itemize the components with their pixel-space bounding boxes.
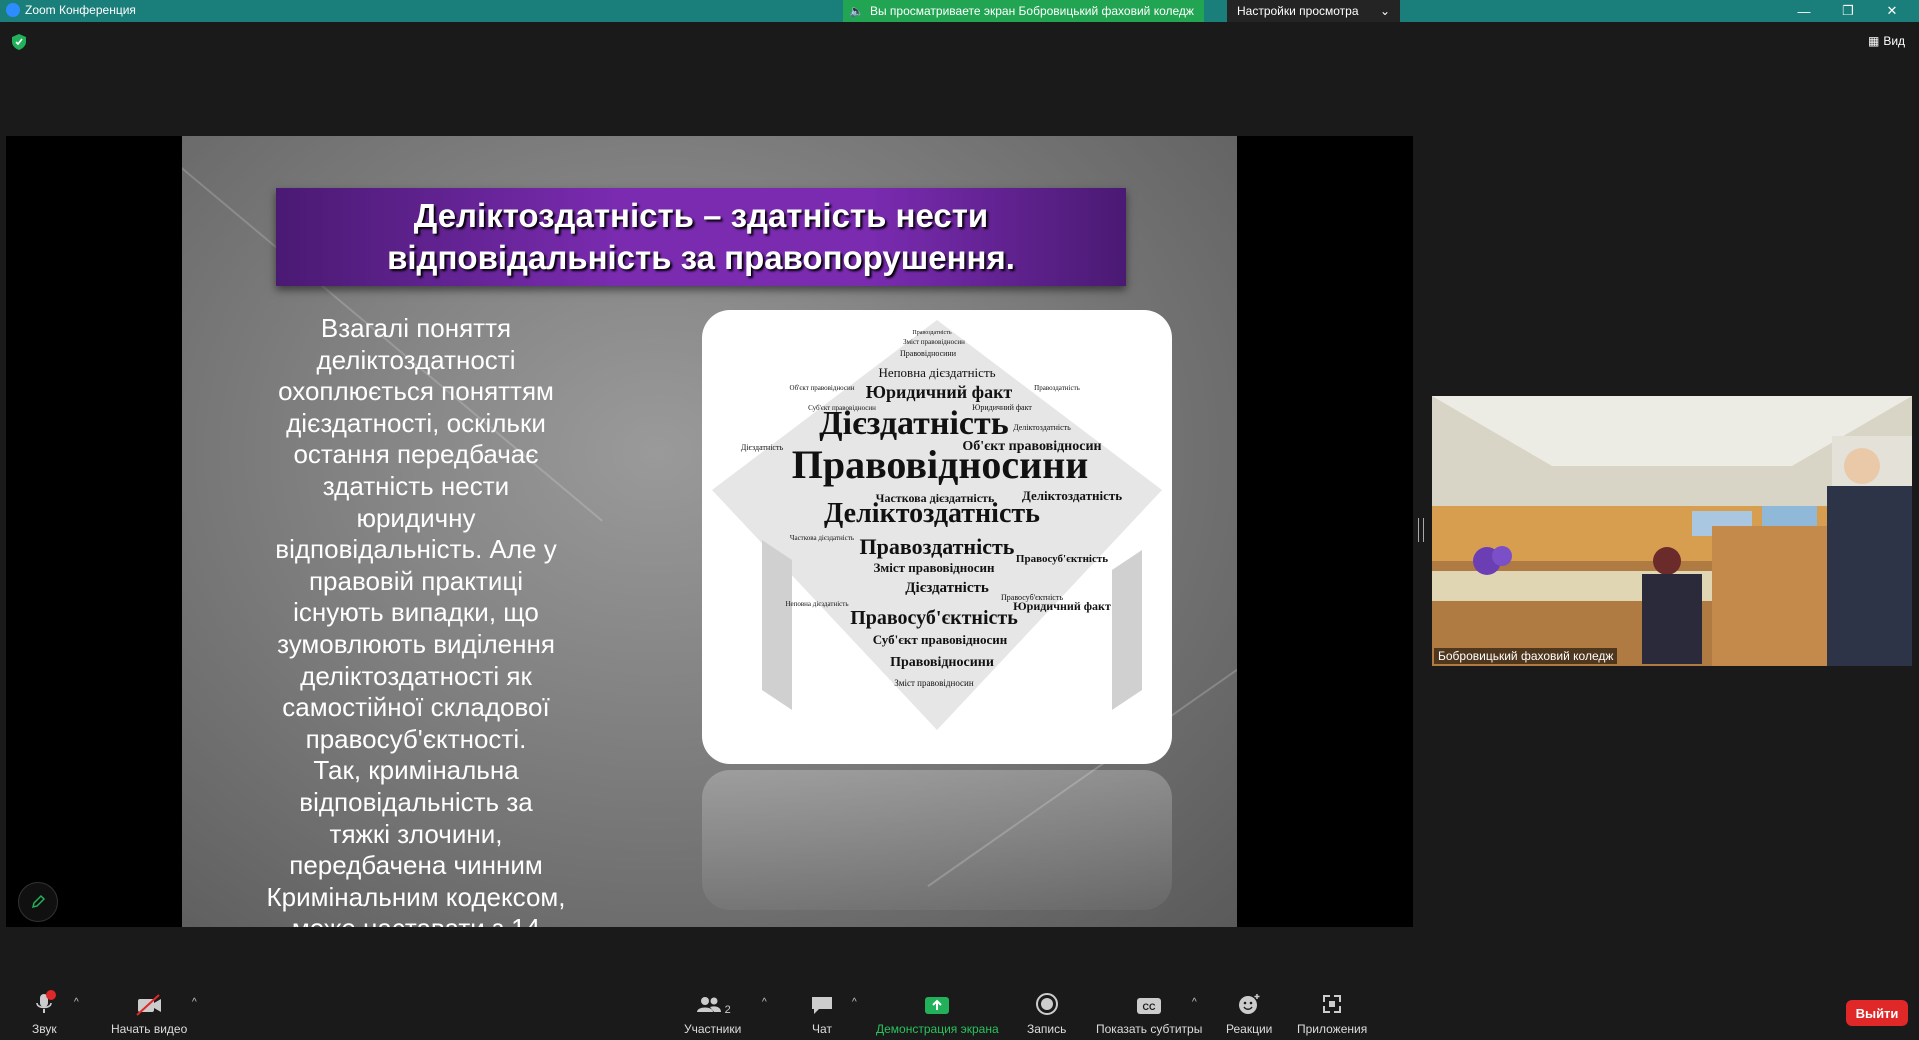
pencil-icon — [31, 894, 46, 909]
participant-video[interactable] — [1432, 396, 1912, 666]
chat-button[interactable]: Чат — [810, 990, 834, 1036]
view-button[interactable]: ▦ Вид — [1868, 34, 1905, 48]
cloud-word: Юридичний факт — [972, 403, 1032, 412]
cloud-word: Дієздатність — [741, 443, 784, 452]
audio-label: Звук — [32, 1022, 57, 1036]
app-title-text: Zoom Конференция — [25, 3, 136, 17]
record-icon — [1035, 993, 1058, 1015]
app-title: Zoom Конференция — [6, 3, 136, 17]
grid-view-icon: ▦ — [1868, 34, 1880, 48]
cloud-word: Правовідносини — [900, 349, 957, 358]
cloud-word: Дієздатність — [905, 580, 989, 596]
restore-button[interactable]: ❐ — [1826, 0, 1870, 22]
audio-options-caret[interactable]: ^ — [74, 997, 79, 1008]
cloud-word: Юридичний факт — [866, 382, 1013, 402]
video-options-caret[interactable]: ^ — [192, 997, 197, 1008]
record-button[interactable]: Запись — [1027, 990, 1066, 1036]
apps-button[interactable]: Приложения — [1297, 990, 1367, 1036]
cloud-word: Правоздатність — [912, 330, 951, 336]
security-shield-icon[interactable] — [12, 34, 26, 50]
apps-icon — [1323, 995, 1342, 1013]
participants-icon — [696, 997, 721, 1012]
presentation-slide: Деліктоздатність – здатність нести відпо… — [182, 136, 1237, 927]
cloud-word: Правосуб'єктність — [1016, 553, 1108, 565]
reactions-icon — [1239, 994, 1260, 1014]
share-banner-text: Вы просматриваете экран Бобровицький фах… — [869, 4, 1194, 18]
slide-title: Деліктоздатність – здатність нести відпо… — [387, 197, 1015, 276]
captions-options-caret[interactable]: ^ — [1192, 997, 1197, 1008]
participants-count: 2 — [724, 1004, 731, 1016]
record-label: Запись — [1027, 1022, 1067, 1036]
annotate-button[interactable] — [18, 882, 58, 922]
close-button[interactable]: ✕ — [1870, 0, 1914, 22]
cloud-word: Зміст правовідносин — [894, 678, 974, 688]
cloud-word: Правоздатність — [860, 534, 1015, 559]
cloud-word: Зміст правовідносин — [903, 338, 965, 346]
chat-options-caret[interactable]: ^ — [852, 997, 857, 1008]
cloud-word: Об'єкт правовідносин — [790, 384, 855, 392]
captions-icon: CC — [1137, 998, 1162, 1014]
start-video-button[interactable]: Начать видео — [111, 990, 187, 1036]
participants-label: Участники — [684, 1022, 742, 1036]
apps-label: Приложения — [1297, 1022, 1368, 1036]
cloud-word: Суб'єкт правовідносин — [873, 632, 1008, 647]
cloud-word: Суб'єкт правовідносин — [808, 404, 876, 412]
word-cloud-image: Неповна дієздатність Юридичний факт Дієз… — [712, 320, 1162, 730]
leave-button[interactable]: Выйти — [1846, 1000, 1908, 1026]
video-off-icon — [136, 994, 162, 1016]
cloud-word: Зміст правовідносин — [873, 560, 995, 575]
video-frame — [1432, 396, 1912, 666]
reactions-button[interactable]: Реакции — [1226, 990, 1272, 1036]
view-options-label: Настройки просмотра — [1237, 4, 1359, 18]
participant-name-label: Бобровицький фаховий коледж — [1434, 648, 1618, 664]
microphone-icon — [36, 990, 57, 1013]
start-video-label: Начать видео — [111, 1022, 188, 1036]
cloud-word: Правосуб'єктність — [1001, 593, 1063, 602]
captions-label: Показать субтитры — [1096, 1022, 1203, 1036]
cloud-word: Деліктоздатність — [1013, 423, 1071, 432]
cloud-word: Правовідносини — [890, 655, 994, 670]
zoom-logo-icon — [6, 3, 20, 17]
view-button-label: Вид — [1883, 34, 1906, 48]
minimize-button[interactable]: — — [1782, 0, 1826, 22]
panel-resize-handle[interactable] — [1418, 518, 1424, 542]
cloud-word: Деліктоздатність — [1022, 488, 1122, 503]
captions-button[interactable]: CC Показать субтитры — [1096, 990, 1202, 1036]
word-cloud-reflection — [702, 770, 1172, 910]
svg-text:CC: CC — [1143, 1002, 1156, 1012]
chat-label: Чат — [812, 1022, 832, 1036]
speaker-icon: 🔈 — [849, 4, 864, 18]
participants-options-caret[interactable]: ^ — [762, 997, 767, 1008]
audio-button[interactable]: Звук — [32, 990, 57, 1036]
cloud-word: Правосуб'єктність — [850, 607, 1018, 629]
share-screen-icon — [925, 997, 950, 1014]
slide-title-box: Деліктоздатність – здатність нести відпо… — [276, 188, 1126, 286]
cloud-word: Часткова дієздатність — [876, 491, 995, 505]
chevron-down-icon: ⌄ — [1379, 4, 1390, 18]
share-screen-button[interactable]: Демонстрация экрана — [876, 990, 999, 1036]
participants-button[interactable]: 2 Участники — [684, 990, 741, 1036]
cloud-word: Об'єкт правовідносин — [962, 439, 1101, 454]
screen-share-banner: 🔈 Вы просматриваете экран Бобровицький ф… — [843, 0, 1204, 22]
reactions-label: Реакции — [1226, 1022, 1273, 1036]
cloud-word: Правоздатність — [1034, 384, 1080, 392]
view-options-dropdown[interactable]: Настройки просмотра ⌄ — [1227, 0, 1400, 22]
chat-icon — [812, 997, 832, 1014]
cloud-word: Неповна дієздатність — [785, 600, 848, 608]
cloud-word: Неповна дієздатність — [878, 365, 995, 380]
share-screen-label: Демонстрация экрана — [876, 1022, 999, 1036]
cloud-word: Часткова дієздатність — [790, 534, 854, 542]
slide-body-text: Взагалі поняття деліктоздатності охоплює… — [266, 313, 566, 927]
